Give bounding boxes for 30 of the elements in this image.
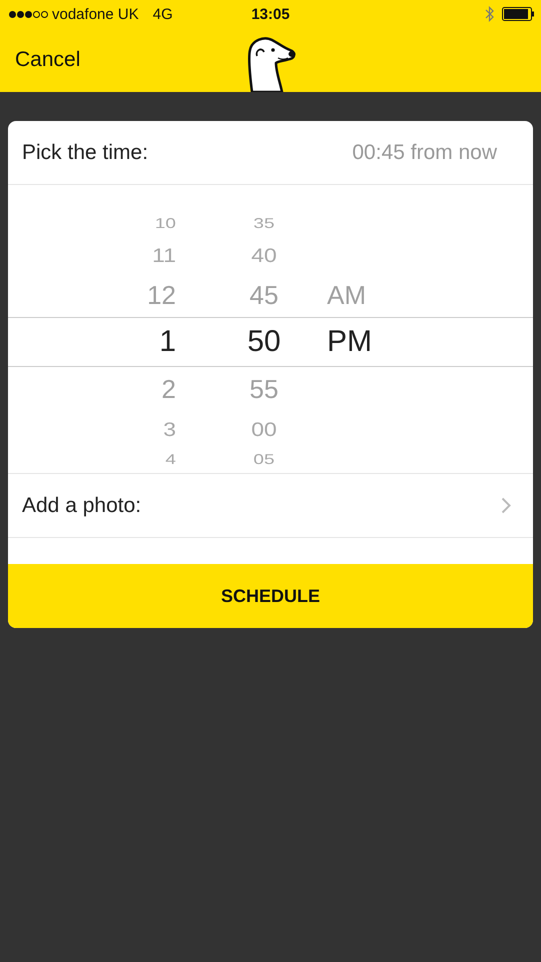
period-option[interactable]: PM [327, 325, 372, 359]
battery-icon [502, 7, 535, 21]
pick-time-label: Pick the time: [22, 140, 148, 164]
schedule-button[interactable]: SCHEDULE [8, 564, 533, 628]
hour-option[interactable]: 4 [165, 452, 176, 468]
hour-option[interactable]: 1 [159, 325, 176, 359]
minute-option[interactable]: 40 [251, 244, 277, 266]
chevron-icon [501, 497, 511, 514]
minute-option[interactable]: 00 [251, 418, 277, 440]
hour-option[interactable]: 2 [162, 374, 176, 404]
minute-option[interactable]: 35 [253, 216, 275, 232]
meerkat-logo [246, 36, 298, 92]
time-picker[interactable]: 10 35 11 40 12 45 AM 1 50 PM 2 55 3 00 4 05 [8, 185, 533, 474]
bluetooth-icon [485, 6, 494, 22]
hour-option[interactable]: 12 [147, 280, 176, 310]
cancel-button[interactable]: Cancel [15, 48, 80, 72]
carrier-name: vodafone UK [52, 6, 139, 22]
minute-option[interactable]: 50 [247, 325, 281, 359]
minute-option[interactable]: 55 [250, 374, 278, 404]
period-option[interactable]: AM [327, 280, 366, 310]
time-from-now: 00:45 from now [352, 140, 498, 164]
clock-time: 13:05 [251, 6, 290, 22]
add-photo-label[interactable]: Add a photo: [22, 494, 142, 518]
minute-option[interactable]: 45 [250, 280, 278, 310]
minute-option[interactable]: 05 [253, 452, 275, 468]
hour-option[interactable]: 11 [152, 244, 176, 266]
hour-option[interactable]: 3 [163, 418, 176, 440]
signal-icon [9, 10, 48, 18]
network-type: 4G [152, 6, 173, 22]
hour-option[interactable]: 10 [154, 216, 176, 232]
